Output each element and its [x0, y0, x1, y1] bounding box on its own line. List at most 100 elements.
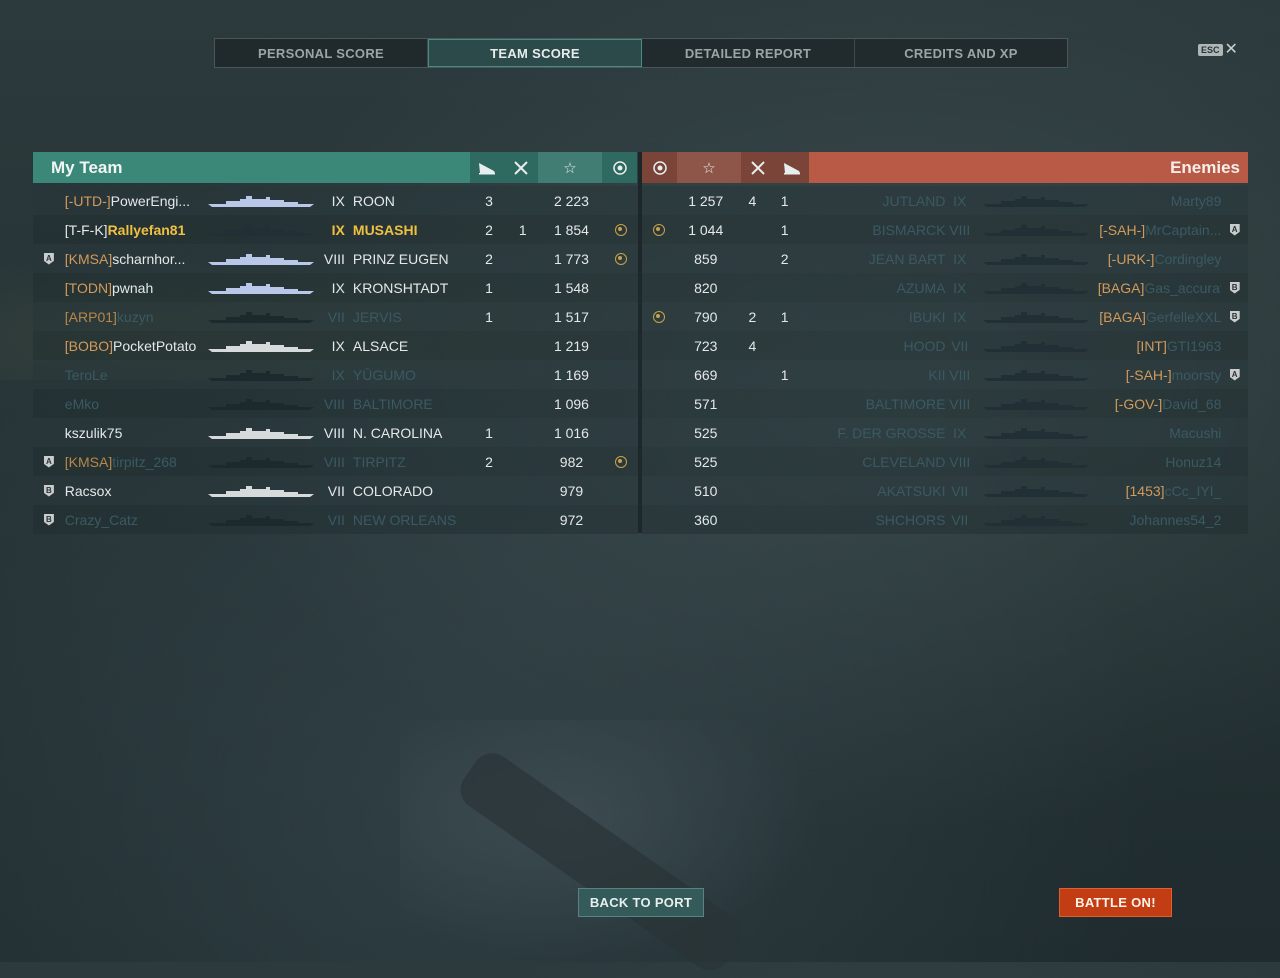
enemy-row[interactable]: 510 AKATSUKI VII [1453]cCc_IYI_: [642, 476, 1248, 505]
ship-cell: [974, 339, 1098, 353]
plane-kills-icon: [470, 152, 504, 183]
ship-tier: IX: [331, 221, 345, 238]
enemy-row[interactable]: 360 SHCHORS VII Johannes54_2: [642, 505, 1248, 534]
player-name: [BOBO]PocketPotato: [65, 338, 202, 354]
clan-tag: [BOBO]: [64, 337, 114, 354]
enemy-row[interactable]: 525 CLEVELAND VIII Honuz14: [642, 447, 1248, 476]
clan-tag: [KMSA]: [64, 453, 113, 470]
ship-tier: IX: [953, 424, 967, 441]
enemy-row[interactable]: 525 F. DER GROSSE IX Macushi: [642, 418, 1248, 447]
my-team-row[interactable]: [ARP01]kuzyn VII JERVIS 1 1 517: [33, 302, 638, 331]
my-team-row[interactable]: eMko VIII BALTIMORE 1 096: [33, 389, 638, 418]
enemy-row[interactable]: 1 257 4 1 JUTLAND IX Marty89: [642, 186, 1248, 215]
my-team-row[interactable]: [-UTD-]PowerEngi... IX ROON 3 2 223: [33, 186, 638, 215]
ship-silhouette-icon: [208, 282, 315, 294]
ship-tier: VII: [327, 511, 345, 528]
division-badge-icon: B: [1229, 310, 1240, 323]
ship-cell: [974, 513, 1098, 527]
my-team-header: My Team ☆: [33, 152, 638, 183]
ship-tier: VIII: [949, 453, 971, 470]
base-capture-medal-icon: [614, 252, 627, 265]
player-name: [BAGA]Gas_accurate: [1098, 280, 1222, 296]
score-value: 1 169: [553, 366, 589, 383]
tab-detailed-report[interactable]: DETAILED REPORT: [642, 39, 855, 67]
player-nick: Cordingley: [1154, 250, 1222, 267]
back-to-port-button[interactable]: BACK TO PORT: [578, 888, 704, 917]
ship-cell: [974, 484, 1098, 498]
ship-kills-icon: [504, 152, 538, 183]
player-name: eMko: [65, 396, 202, 412]
clan-tag: [T-F-K]: [64, 221, 108, 238]
ship-name: AZUMA: [896, 279, 946, 296]
player-nick: GTI1963: [1166, 337, 1222, 354]
my-team-row[interactable]: TeroLe IX YŪGUMO 1 169: [33, 360, 638, 389]
ship-cell: [202, 455, 321, 469]
player-name: Racsox: [65, 483, 202, 499]
ship-cell: [974, 368, 1098, 382]
ship-tier: IX: [953, 308, 967, 325]
my-team-row[interactable]: A [KMSA]scharnhor... VIII PRINZ EUGEN 2 1 773: [33, 244, 638, 273]
ship-silhouette-icon: [208, 456, 315, 468]
base-capture-medal-icon: [614, 223, 627, 236]
enemy-row[interactable]: 859 2 JEAN BART IX [-URK-]Cordingley: [642, 244, 1248, 273]
enemy-row[interactable]: 669 1 KII VIII [-SAH-]moorsty A: [642, 360, 1248, 389]
close-button[interactable]: ESC ✕: [1198, 42, 1238, 58]
player-name: [1453]cCc_IYI_: [1098, 483, 1222, 499]
enemy-row[interactable]: 571 BALTIMORE VIII [-GOV-]David_68: [642, 389, 1248, 418]
planes-destroyed: 2: [485, 453, 493, 470]
ship-silhouette-icon: [982, 369, 1089, 381]
player-nick: PocketPotato: [113, 337, 197, 354]
tab-bar: PERSONAL SCORE TEAM SCORE DETAILED REPOR…: [214, 38, 1068, 68]
score-value: 571: [694, 395, 718, 412]
my-team-row[interactable]: [TODN]pwnah IX KRONSHTADT 1 1 548: [33, 273, 638, 302]
planes-destroyed: 1: [485, 308, 493, 325]
score-star-icon: ☆: [538, 152, 602, 183]
battle-on-button[interactable]: BATTLE ON!: [1059, 888, 1172, 917]
enemy-row[interactable]: 723 4 HOOD VII [INT]GTI1963: [642, 331, 1248, 360]
player-nick: Crazy_Catz: [64, 511, 138, 528]
ship-tier: VII: [951, 482, 969, 499]
my-team-row[interactable]: A [KMSA]tirpitz_268 VIII TIRPITZ 2 982: [33, 447, 638, 476]
ship-cell: [202, 368, 321, 382]
division-badge-icon: B: [43, 513, 54, 526]
planes-destroyed: 3: [485, 192, 493, 209]
tab-credits-and-xp[interactable]: CREDITS AND XP: [855, 39, 1067, 67]
ship-tier: VIII: [323, 250, 345, 267]
clan-tag: [-GOV-]: [1114, 395, 1163, 412]
ship-silhouette-icon: [208, 224, 315, 236]
tab-personal-score[interactable]: PERSONAL SCORE: [215, 39, 428, 67]
my-team-row[interactable]: kszulik75 VIII N. CAROLINA 1 1 016: [33, 418, 638, 447]
my-team-table: [-UTD-]PowerEngi... IX ROON 3 2 223 [T-F-K]Ra…: [33, 186, 638, 534]
player-nick: kszulik75: [64, 424, 123, 441]
ship-tier: VII: [951, 511, 969, 528]
score-value: 525: [694, 424, 718, 441]
ship-name: CLEVELAND: [862, 453, 946, 470]
my-team-row[interactable]: [BOBO]PocketPotato IX ALSACE 1 219: [33, 331, 638, 360]
ship-silhouette-icon: [982, 398, 1089, 410]
enemy-row[interactable]: 820 AZUMA IX [BAGA]Gas_accurate B: [642, 273, 1248, 302]
enemy-row[interactable]: 790 2 1 IBUKI IX [BAGA]GerfelleXXL B: [642, 302, 1248, 331]
ship-name: TIRPITZ: [352, 453, 406, 470]
tab-team-score[interactable]: TEAM SCORE: [428, 39, 642, 67]
ship-tier: IX: [953, 279, 967, 296]
ship-name: BISMARCK: [872, 221, 946, 238]
clan-tag: [-SAH-]: [1099, 221, 1146, 238]
division-badge-icon: A: [43, 455, 54, 468]
player-nick: tirpitz_268: [112, 453, 177, 470]
player-name: [-SAH-]MrCaptain...: [1098, 221, 1221, 238]
ship-cell: [974, 194, 1098, 208]
enemy-row[interactable]: 1 044 1 BISMARCK VIII [-SAH-]MrCaptain... A: [642, 215, 1248, 244]
my-team-row[interactable]: B Crazy_Catz VII NEW ORLEANS 972: [33, 505, 638, 534]
score-value: 1 854: [553, 221, 589, 238]
capture-cell: [603, 223, 638, 236]
score-value: 1 044: [688, 221, 724, 238]
player-name: kszulik75: [65, 425, 202, 441]
my-team-row[interactable]: B Racsox VII COLORADO 979: [33, 476, 638, 505]
ship-cell: [974, 310, 1098, 324]
ship-name: KII: [928, 366, 946, 383]
my-team-row[interactable]: [T-F-K]Rallyefan81 IX MUSASHI 2 1 1 854: [33, 215, 638, 244]
player-nick: Marty89: [1170, 192, 1222, 209]
player-name: Honuz14: [1098, 454, 1221, 470]
clan-tag: [-URK-]: [1107, 250, 1155, 267]
my-team-title: My Team: [33, 152, 470, 183]
